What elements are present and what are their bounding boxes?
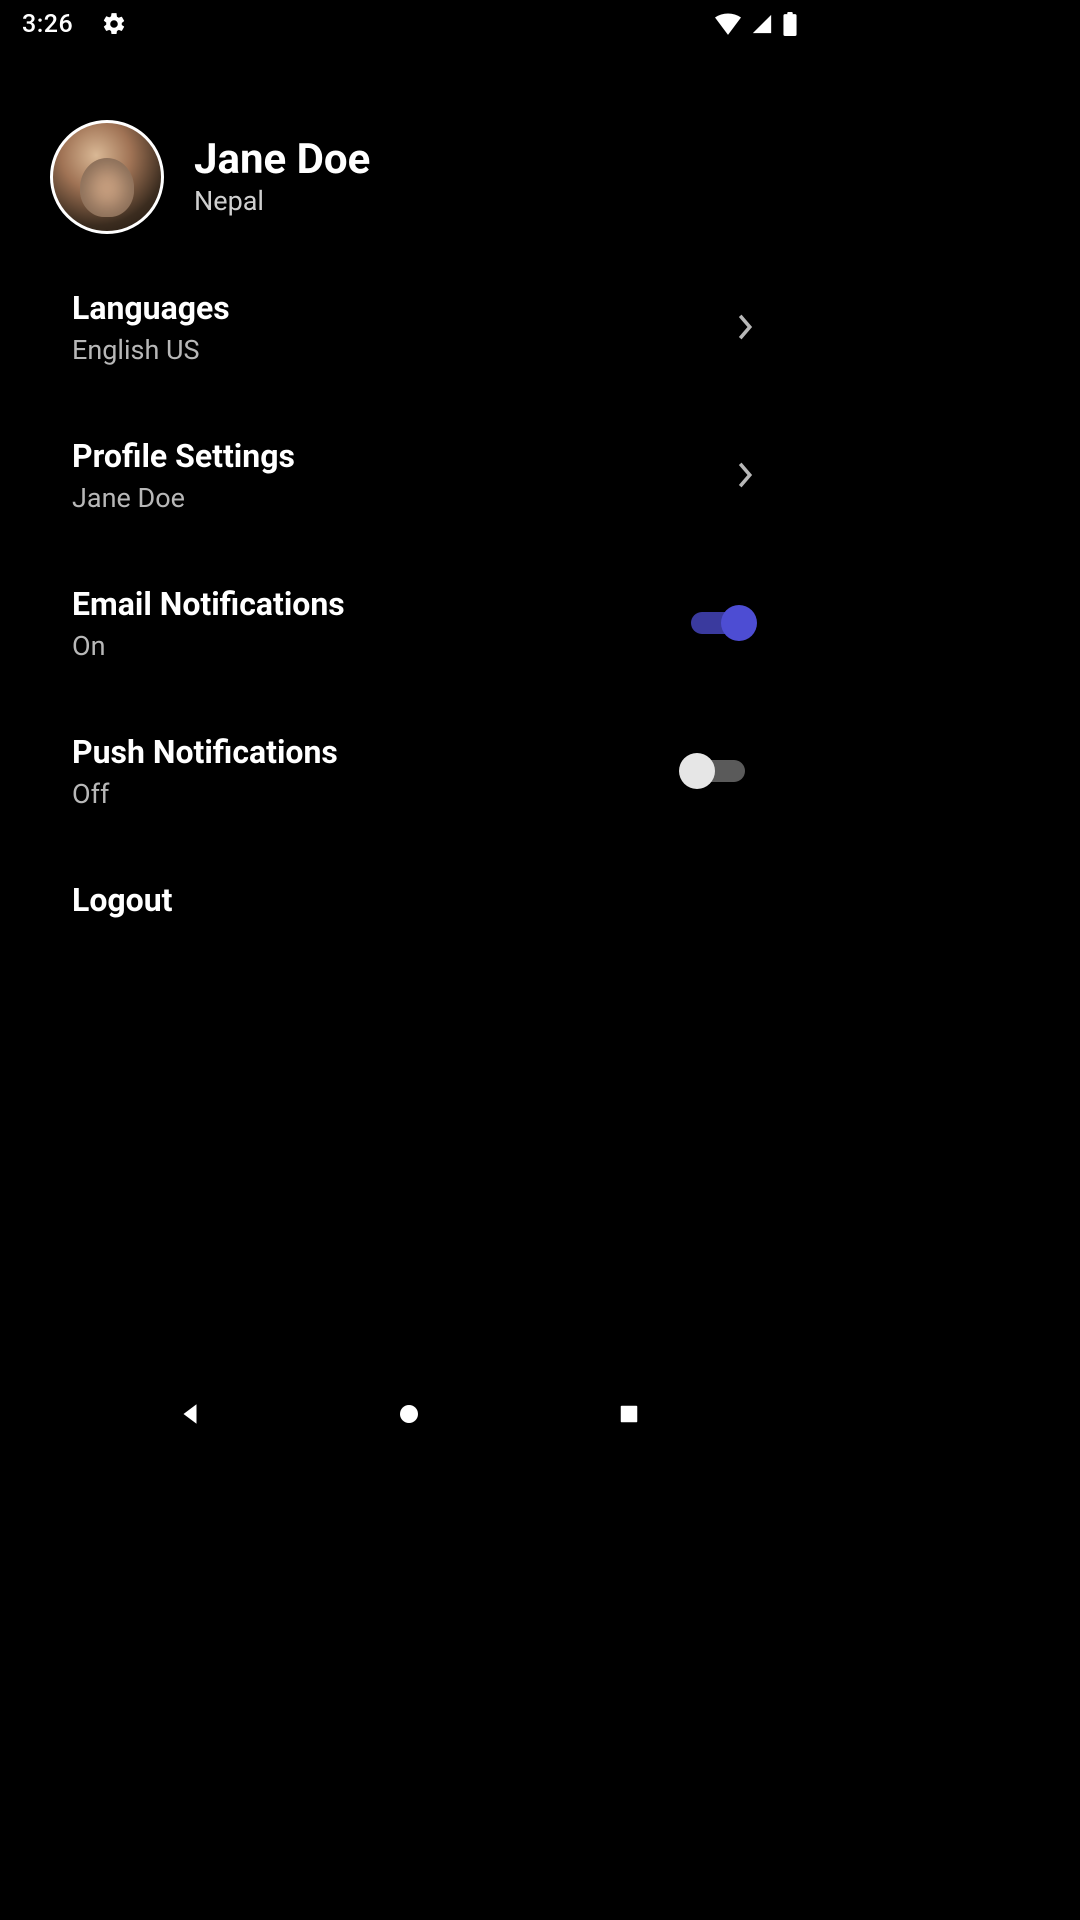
push-notifications-title: Push Notifications bbox=[72, 732, 338, 772]
profile-settings-text: Profile Settings Jane Doe bbox=[72, 436, 295, 514]
logout-title: Logout bbox=[72, 880, 172, 920]
profile-text: Jane Doe Nepal bbox=[194, 137, 370, 217]
status-bar: 3:26 bbox=[0, 0, 819, 40]
profile-location: Nepal bbox=[194, 185, 370, 217]
push-notifications-toggle[interactable] bbox=[691, 760, 745, 782]
settings-list: Languages English US Profile Settings Ja… bbox=[0, 234, 819, 920]
push-notifications-value: Off bbox=[72, 778, 338, 810]
email-notifications-row[interactable]: Email Notifications On bbox=[72, 584, 771, 662]
profile-settings-value: Jane Doe bbox=[72, 482, 295, 514]
status-right bbox=[715, 12, 797, 36]
toggle-knob bbox=[721, 605, 757, 641]
email-notifications-text: Email Notifications On bbox=[72, 584, 345, 662]
status-left: 3:26 bbox=[22, 10, 127, 39]
cellular-icon bbox=[751, 13, 773, 35]
email-notifications-value: On bbox=[72, 630, 345, 662]
wifi-icon bbox=[715, 13, 741, 35]
chevron-right-icon bbox=[725, 455, 765, 495]
languages-value: English US bbox=[72, 334, 230, 366]
logout-text: Logout bbox=[72, 880, 172, 920]
battery-icon bbox=[783, 12, 797, 36]
languages-text: Languages English US bbox=[72, 288, 230, 366]
nav-home-button[interactable] bbox=[359, 1389, 459, 1439]
nav-back-button[interactable] bbox=[140, 1389, 240, 1439]
logout-row[interactable]: Logout bbox=[72, 880, 771, 920]
chevron-right-icon bbox=[725, 307, 765, 347]
nav-recent-button[interactable] bbox=[579, 1389, 679, 1439]
status-time: 3:26 bbox=[22, 10, 73, 39]
profile-settings-row[interactable]: Profile Settings Jane Doe bbox=[72, 436, 771, 514]
gear-icon bbox=[101, 11, 127, 37]
profile-header[interactable]: Jane Doe Nepal bbox=[0, 120, 819, 234]
email-notifications-title: Email Notifications bbox=[72, 584, 345, 624]
push-notifications-row[interactable]: Push Notifications Off bbox=[72, 732, 771, 810]
languages-row[interactable]: Languages English US bbox=[72, 288, 771, 366]
profile-name: Jane Doe bbox=[194, 137, 370, 183]
toggle-knob bbox=[679, 753, 715, 789]
push-notifications-text: Push Notifications Off bbox=[72, 732, 338, 810]
settings-screen: Jane Doe Nepal Languages English US Prof… bbox=[0, 40, 819, 920]
system-nav-bar bbox=[0, 1378, 819, 1456]
email-notifications-toggle[interactable] bbox=[691, 612, 745, 634]
avatar[interactable] bbox=[50, 120, 164, 234]
languages-title: Languages bbox=[72, 288, 230, 328]
profile-settings-title: Profile Settings bbox=[72, 436, 295, 476]
